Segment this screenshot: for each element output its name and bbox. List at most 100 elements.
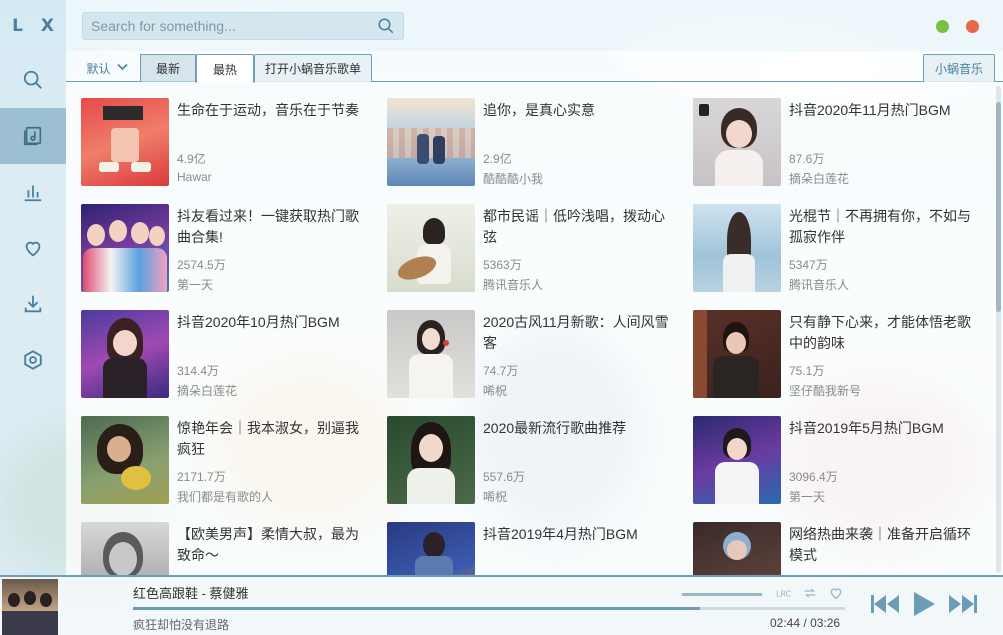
sidebar-item-song-list[interactable] [0, 108, 66, 164]
search-input[interactable] [91, 18, 377, 34]
playlist-cover [387, 416, 475, 504]
playlist-cover [81, 310, 169, 398]
play-count: 557.6万 [483, 470, 526, 484]
playlist-cover [693, 204, 781, 292]
playlist-cover [693, 310, 781, 398]
playlist-cover [387, 204, 475, 292]
download-icon [24, 295, 42, 313]
play-count: 314.4万 [177, 364, 220, 378]
playlist-card[interactable]: 网络热曲来袭｜准备开启循环模式 [693, 508, 991, 575]
svg-text:LRC: LRC [776, 590, 792, 599]
sort-dropdown[interactable]: 默认 [72, 54, 142, 82]
now-playing-cover[interactable] [2, 579, 58, 635]
playlist-author: 酷酷酷小我 [483, 172, 544, 186]
repeat-mode-button[interactable] [802, 585, 818, 601]
playlist-grid: 生命在于运动，音乐在于节奏 4.9亿 Hawar 追你，是真心实意 2.9亿 酷… [66, 84, 991, 575]
playlist-cover [387, 98, 475, 186]
scrollbar[interactable] [996, 86, 1001, 573]
search-icon[interactable] [377, 17, 395, 35]
total-time: 03:26 [810, 616, 841, 630]
playlist-card[interactable]: 生命在于运动，音乐在于节奏 4.9亿 Hawar [81, 84, 381, 186]
sidebar-item-settings[interactable] [0, 332, 66, 388]
source-selector[interactable]: 小蜗音乐 [923, 54, 995, 82]
playlist-card[interactable]: 2020最新流行歌曲推荐 557.6万 唏柷 [387, 402, 687, 504]
tab-hottest[interactable]: 最热 [196, 54, 254, 83]
sidebar-item-leaderboard[interactable] [0, 164, 66, 220]
playlist-title: 生命在于运动，音乐在于节奏 [177, 102, 359, 118]
sidebar-item-downloads[interactable] [0, 276, 66, 332]
playlist-cover [693, 98, 781, 186]
tab-newest[interactable]: 最新 [140, 54, 196, 82]
play-count: 5347万 [789, 258, 828, 272]
playlist-title: 【欧美男声】柔情大叔，最为致命～ [177, 526, 359, 563]
play-button[interactable] [912, 591, 936, 617]
play-icon [914, 592, 935, 616]
progress-fill [133, 607, 700, 610]
playlist-author: 摘朵白莲花 [789, 172, 850, 186]
player-bar: 红色高跟鞋 - 蔡健雅 疯狂却怕没有退路 LRC 02:44 / 03:26 [0, 575, 1003, 635]
current-time: 02:44 [770, 616, 801, 630]
play-count: 2574.5万 [177, 258, 226, 272]
player-extra-controls: LRC [776, 585, 844, 601]
chevron-down-icon [116, 63, 128, 74]
play-count: 5363万 [483, 258, 522, 272]
playlist-card[interactable]: 只有静下心来，才能体悟老歌中的韵味 75.1万 坚仔酷我新号 [693, 296, 991, 398]
tab-open-playlist[interactable]: 打开小蜗音乐歌单 [254, 54, 372, 82]
current-lyric: 疯狂却怕没有退路 [133, 618, 230, 632]
playlist-title: 抖音2020年11月热门BGM [789, 102, 951, 118]
search-box [82, 12, 404, 40]
playlist-card[interactable]: 抖音2020年11月热门BGM 87.6万 摘朵白莲花 [693, 84, 991, 186]
playlist-title: 都市民谣｜低吟浅唱，拨动心弦 [483, 208, 665, 245]
playback-controls [870, 591, 978, 617]
playlist-card[interactable]: 都市民谣｜低吟浅唱，拨动心弦 5363万 腾讯音乐人 [387, 190, 687, 292]
playlist-cover [693, 522, 781, 575]
volume-slider[interactable] [682, 593, 762, 596]
playlist-author: 唏柷 [483, 490, 508, 504]
play-count: 74.7万 [483, 364, 519, 378]
time-separator: / [803, 616, 807, 630]
search-icon [23, 70, 42, 89]
playlist-author: 腾讯音乐人 [483, 278, 544, 292]
playlist-card[interactable]: 抖友看过来！一键获取热门歌曲合集! 2574.5万 第一天 [81, 190, 381, 292]
playback-time: 02:44 / 03:26 [770, 616, 840, 630]
scrollbar-thumb[interactable] [996, 102, 1001, 312]
playlist-card[interactable]: 抖音2019年4月热门BGM [387, 508, 687, 575]
playlist-cover [693, 416, 781, 504]
favorite-song-button[interactable] [828, 585, 844, 601]
playlist-author: 第一天 [177, 278, 214, 292]
playlist-card[interactable]: 追你，是真心实意 2.9亿 酷酷酷小我 [387, 84, 687, 186]
tab-bar: 默认 最新 最热 打开小蜗音乐歌单 小蜗音乐 [66, 54, 1003, 83]
top-bar [66, 0, 1003, 52]
minimize-button[interactable] [936, 20, 949, 33]
playlist-card[interactable]: 【欧美男声】柔情大叔，最为致命～ [81, 508, 381, 575]
sort-label: 默认 [86, 61, 111, 76]
playlist-author: 腾讯音乐人 [789, 278, 850, 292]
next-track-button[interactable] [948, 593, 978, 615]
lyrics-toggle-button[interactable]: LRC [776, 585, 792, 601]
playlist-cover [81, 98, 169, 186]
heart-comment-icon [830, 588, 842, 600]
playlist-card[interactable]: 惊艳年会｜我本淑女，别逼我疯狂 2171.7万 我们都是有歌的人 [81, 402, 381, 504]
previous-track-button[interactable] [870, 593, 900, 615]
sidebar-item-favorites[interactable] [0, 220, 66, 276]
playlist-author: Hawar [177, 170, 212, 184]
playlist-cover [81, 416, 169, 504]
progress-bar[interactable] [133, 607, 845, 610]
sidebar: L X [0, 0, 66, 575]
playlist-author: 坚仔酷我新号 [789, 384, 862, 398]
playlist-cover [387, 522, 475, 575]
now-playing-title: 红色高跟鞋 - 蔡健雅 [133, 586, 249, 601]
previous-icon [871, 595, 899, 613]
playlist-author: 第一天 [789, 490, 826, 504]
sidebar-item-search[interactable] [0, 52, 66, 108]
playlist-card[interactable]: 抖音2019年5月热门BGM 3096.4万 第一天 [693, 402, 991, 504]
playlist-title: 抖音2020年10月热门BGM [177, 314, 340, 330]
playlist-title: 只有静下心来，才能体悟老歌中的韵味 [789, 314, 971, 351]
main-panel: 默认 最新 最热 打开小蜗音乐歌单 小蜗音乐 生命在于运动，音乐在于节 [66, 0, 1003, 575]
playlist-card[interactable]: 抖音2020年10月热门BGM 314.4万 摘朵白莲花 [81, 296, 381, 398]
close-button[interactable] [966, 20, 979, 33]
playlist-card[interactable]: 光棍节｜不再拥有你，不如与孤寂作伴 5347万 腾讯音乐人 [693, 190, 991, 292]
playlist-card[interactable]: 2020古风11月新歌：人间风雪客 74.7万 唏柷 [387, 296, 687, 398]
playlist-title: 网络热曲来袭｜准备开启循环模式 [789, 526, 971, 563]
chart-bars-icon [24, 185, 42, 202]
